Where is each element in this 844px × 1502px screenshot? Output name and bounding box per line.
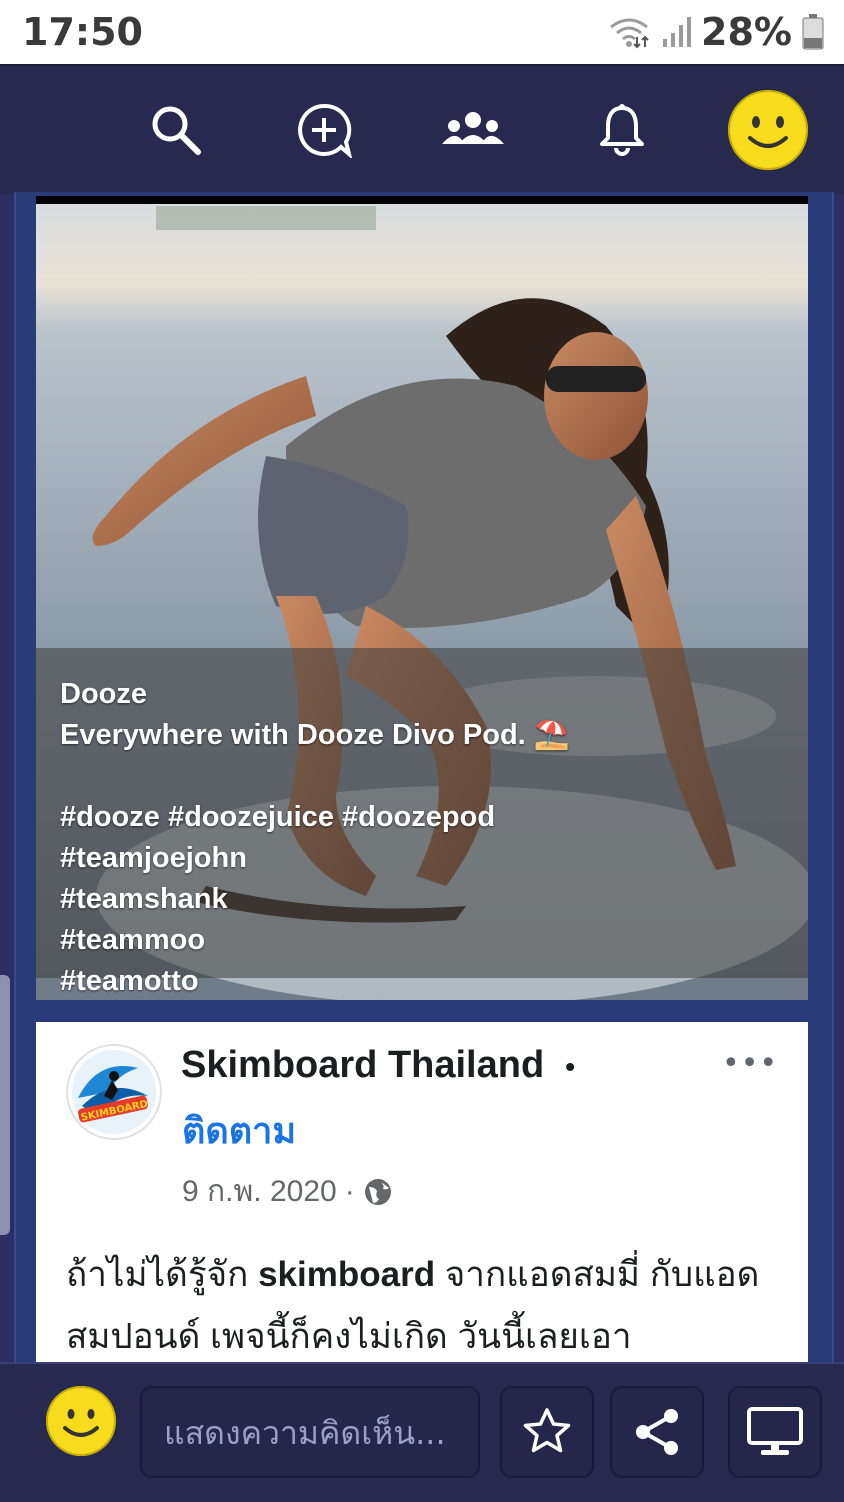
post-date[interactable]: 9 ก.พ. 2020 [182,1168,337,1215]
display-button[interactable] [728,1386,822,1478]
more-options-button[interactable]: ••• [722,1046,778,1081]
follow-link[interactable]: ติดตาม [182,1102,296,1159]
signal-icon [663,17,692,47]
top-nav [0,64,844,194]
name-separator: • [565,1050,576,1082]
user-avatar[interactable] [46,1386,116,1456]
wifi-icon [610,18,649,49]
status-indicators: 28% [607,10,824,54]
facebook-post-card: SKIMBOARD Skimboard Thailand • ติดตาม ••… [36,1022,808,1362]
battery-percent: 28% [701,10,792,54]
skimboard-logo-icon: SKIMBOARD [72,1050,156,1134]
people-icon[interactable] [440,102,506,158]
battery-icon [802,14,824,50]
umbrella-emoji: ⛱️ [533,719,570,751]
share-icon [636,1409,678,1455]
comment-input[interactable]: แสดงความคิดเห็น... [140,1386,480,1478]
post-caption: Dooze Everywhere with Dooze Divo Pod. ⛱️… [60,674,570,1000]
bell-icon[interactable] [594,102,650,158]
hashtags-line: #teamshank [60,883,228,915]
status-time: 17:50 [22,10,143,54]
page-name[interactable]: Skimboard Thailand • [181,1044,575,1087]
side-drawer-handle[interactable] [0,975,10,1235]
hashtags-line: #teammoo [60,924,206,956]
globe-icon [364,1178,391,1205]
post-text-bold: skimboard [258,1255,436,1294]
post-meta: 9 ก.พ. 2020 · [182,1168,393,1215]
page-name-text[interactable]: Skimboard Thailand [181,1044,544,1086]
hashtags-line: #teamotto [60,965,199,997]
hashtags-line: #teamjoejohn [60,842,247,874]
monitor-icon [747,1407,803,1455]
share-button[interactable] [610,1386,704,1478]
status-bar: 17:50 28% [0,0,844,64]
smiley-face-icon [63,1409,99,1437]
page-logo[interactable]: SKIMBOARD [66,1044,162,1140]
search-icon[interactable] [148,102,204,158]
star-icon [523,1408,571,1453]
post-text-start: ถ้าไม่ได้รู้จัก [66,1255,259,1294]
post-image[interactable]: Dooze Everywhere with Dooze Divo Pod. ⛱️… [36,196,808,1000]
add-post-icon[interactable] [296,102,352,158]
hashtags-line: #dooze #doozejuice #doozepod [60,801,496,833]
bottom-action-bar: แสดงความคิดเห็น... [0,1362,844,1502]
profile-avatar[interactable] [728,90,808,170]
caption-title: Dooze [60,678,147,710]
caption-line-text: Everywhere with Dooze Divo Pod. [60,719,526,751]
caption-line: Everywhere with Dooze Divo Pod. ⛱️ [60,715,570,756]
smiley-face-icon [748,116,788,148]
meta-separator: · [344,1174,355,1208]
post-text: ถ้าไม่ได้รู้จัก skimboard จากแอดสมมี่ กั… [66,1244,786,1362]
favorite-button[interactable] [500,1386,594,1478]
